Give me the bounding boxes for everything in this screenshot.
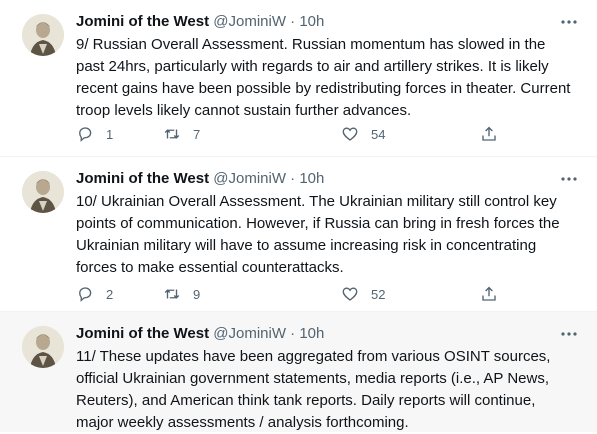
author-handle[interactable]: @JominiW [213, 170, 286, 187]
avatar[interactable] [22, 14, 64, 56]
like-button[interactable]: 54 [341, 122, 385, 146]
avatar-portrait-image [22, 14, 64, 56]
author-handle[interactable]: @JominiW [213, 325, 286, 342]
tweet-text: 10/ Ukrainian Overall Assessment. The Uk… [76, 193, 560, 276]
more-icon[interactable] [559, 324, 579, 344]
tweet-actions: 1 7 54 [76, 122, 516, 146]
avatar-portrait-image [22, 326, 64, 368]
like-button[interactable]: 52 [341, 282, 385, 306]
reply-icon [79, 287, 92, 302]
retweet-icon [164, 129, 180, 139]
more-icon[interactable] [559, 169, 579, 189]
author-name[interactable]: Jomini of the West [76, 13, 209, 30]
reply-icon [79, 127, 92, 142]
share-icon [482, 126, 496, 141]
like-count: 54 [371, 126, 386, 142]
avatar-portrait-image [22, 171, 64, 213]
reply-button[interactable]: 1 [76, 122, 113, 146]
tweet-actions: 2 9 52 [76, 282, 516, 306]
separator-dot: · [290, 170, 296, 187]
share-icon [482, 286, 496, 301]
heart-icon [342, 127, 358, 141]
more-icon[interactable] [559, 12, 579, 32]
share-button[interactable] [480, 282, 498, 306]
tweet-header: Jomini of the West @JominiW · 10h [76, 12, 324, 32]
reply-count: 1 [106, 126, 114, 142]
retweet-icon [164, 289, 180, 299]
timestamp[interactable]: 10h [299, 170, 324, 187]
retweet-button[interactable]: 9 [163, 282, 200, 306]
tweet[interactable]: Jomini of the West @JominiW · 10h 9/ Rus… [0, 0, 597, 157]
share-button[interactable] [480, 122, 498, 146]
tweet[interactable]: Jomini of the West @JominiW · 10h 10/ Uk… [0, 157, 597, 312]
retweet-button[interactable]: 7 [163, 122, 200, 146]
retweet-count: 9 [193, 286, 201, 302]
avatar[interactable] [22, 171, 64, 213]
separator-dot: · [290, 13, 296, 30]
author-name[interactable]: Jomini of the West [76, 170, 209, 187]
author-name[interactable]: Jomini of the West [76, 325, 209, 342]
heart-icon [342, 287, 358, 301]
tweet-header: Jomini of the West @JominiW · 10h [76, 169, 324, 189]
separator-dot: · [290, 325, 296, 342]
retweet-count: 7 [193, 126, 201, 142]
tweet-text: 11/ These updates have been aggregated f… [76, 348, 551, 431]
tweet-text: 9/ Russian Overall Assessment. Russian m… [76, 36, 571, 119]
tweet-header: Jomini of the West @JominiW · 10h [76, 324, 324, 344]
like-count: 52 [371, 286, 386, 302]
avatar[interactable] [22, 326, 64, 368]
timestamp[interactable]: 10h [299, 325, 324, 342]
reply-button[interactable]: 2 [76, 282, 113, 306]
tweet[interactable]: Jomini of the West @JominiW · 10h 11/ Th… [0, 312, 597, 432]
author-handle[interactable]: @JominiW [213, 13, 286, 30]
timestamp[interactable]: 10h [299, 13, 324, 30]
reply-count: 2 [106, 286, 114, 302]
